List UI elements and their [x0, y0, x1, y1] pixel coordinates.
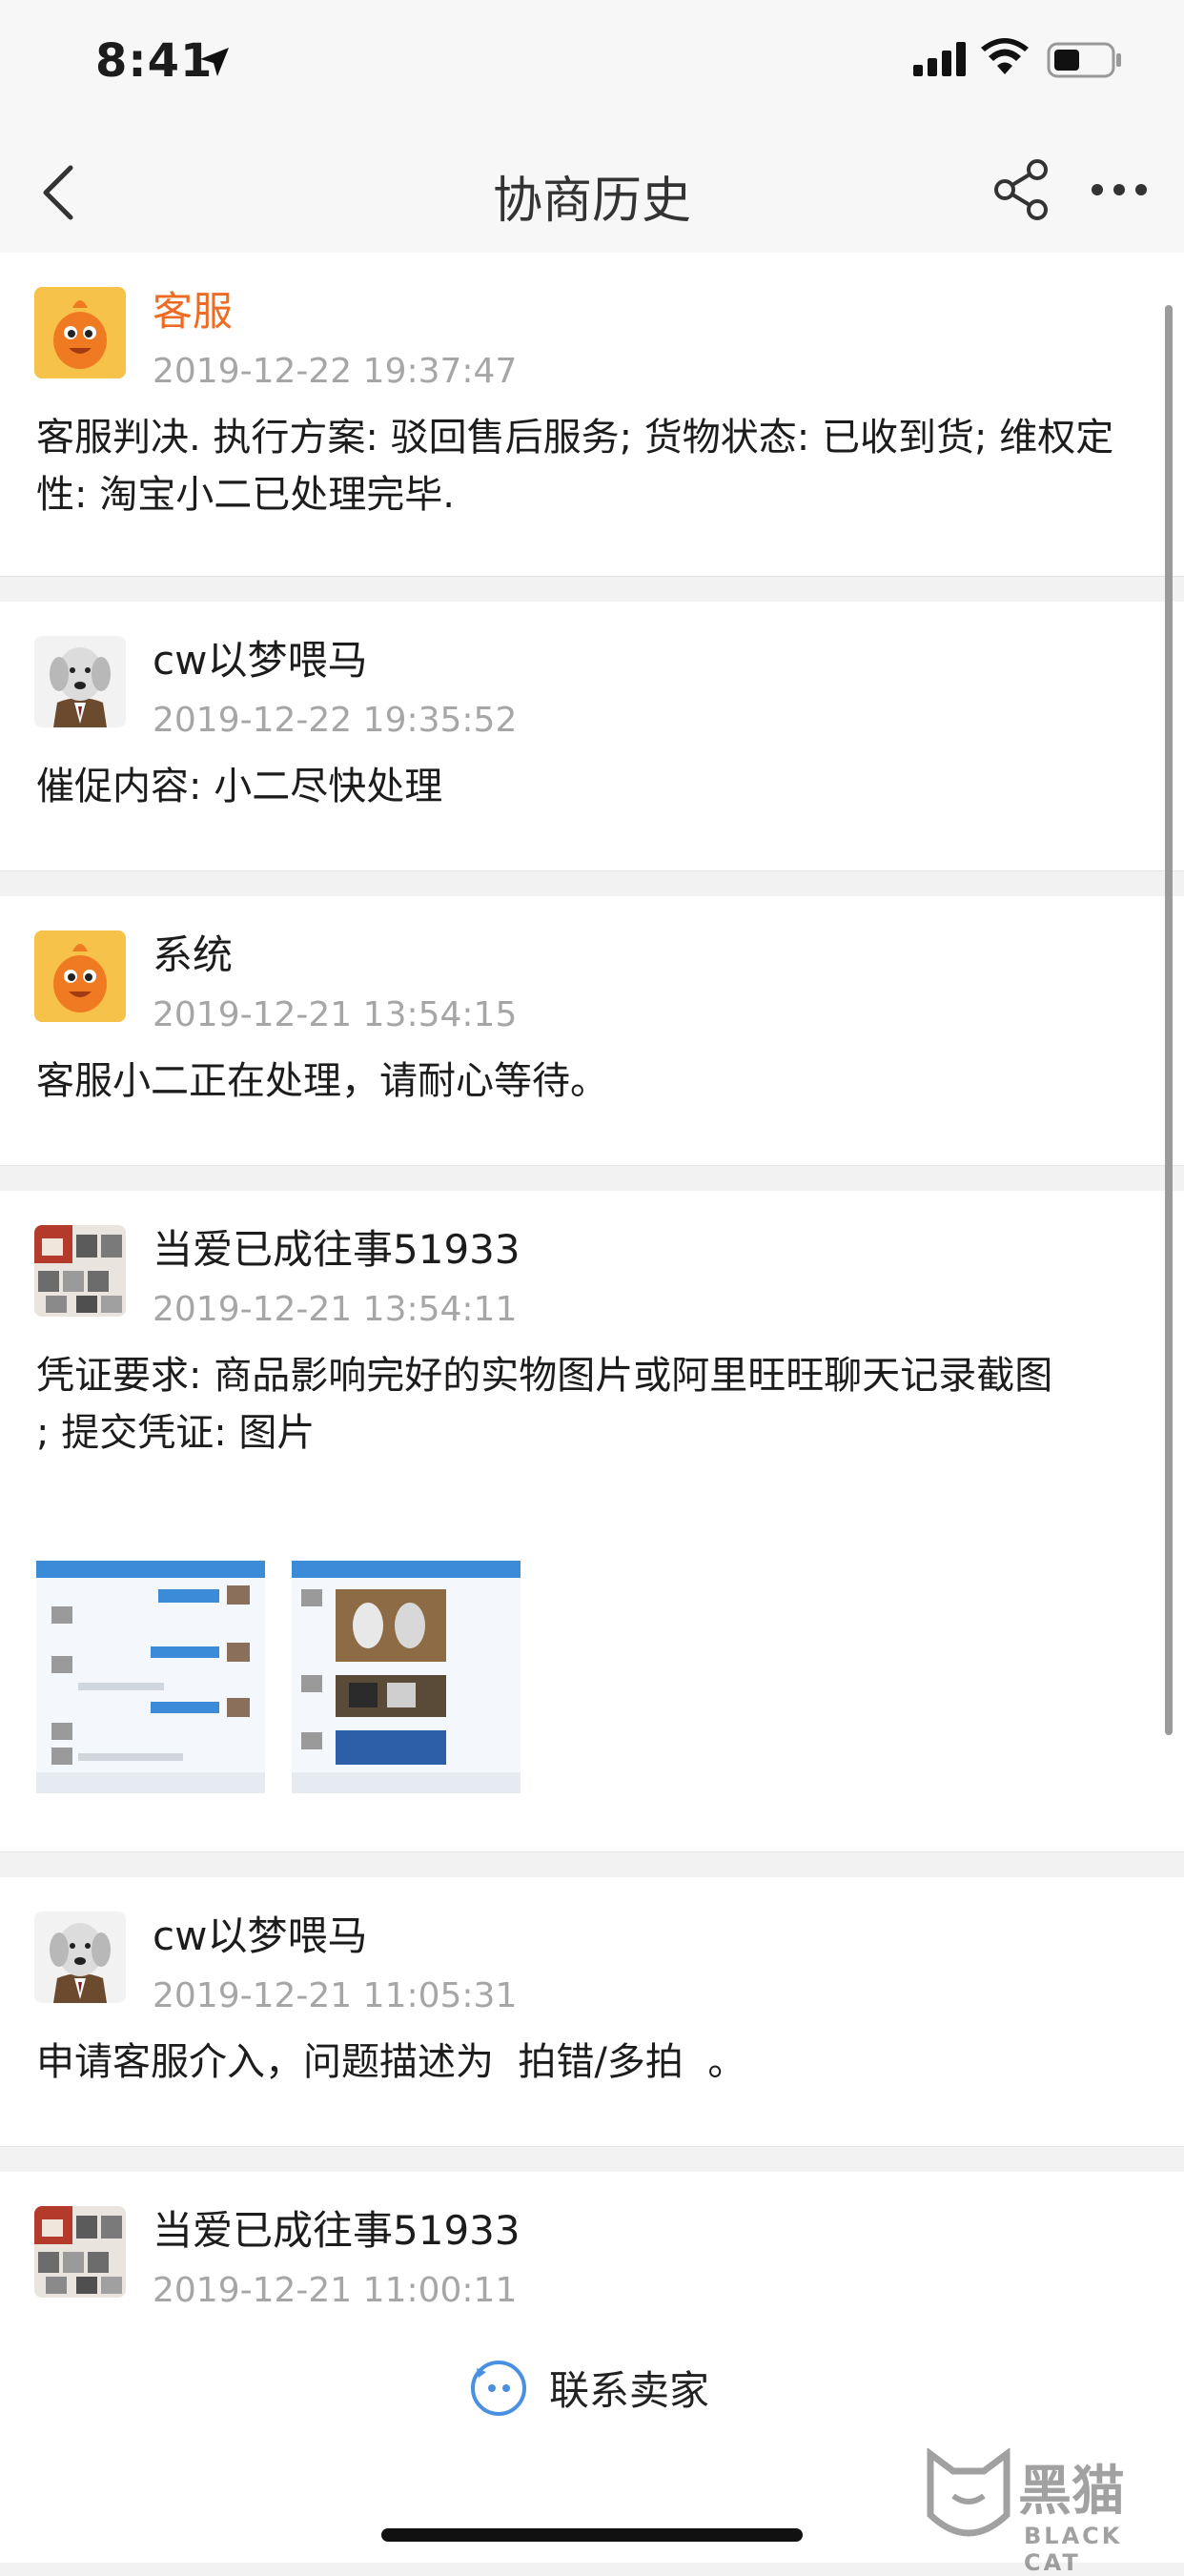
history-record: 客服 2019-12-22 19:37:47 客服判决. 执行方案: 驳回售后服… [0, 253, 1184, 577]
record-author: cw以梦喂马 [153, 1912, 368, 1959]
negotiation-history-list: 客服 2019-12-22 19:37:47 客服判决. 执行方案: 驳回售后服… [0, 253, 1184, 2553]
cat-logo-icon [927, 2448, 1010, 2537]
history-record: cw以梦喂马 2019-12-22 19:35:52 催促内容: 小二尽快处理 [0, 602, 1184, 871]
contact-seller-label: 联系卖家 [549, 2366, 710, 2414]
record-timestamp: 2019-12-21 13:54:15 [153, 995, 518, 1034]
history-record: 当爱已成往事51933 2019-12-21 13:54:11 凭证要求: 商品… [0, 1191, 1184, 1852]
record-author: cw以梦喂马 [153, 637, 368, 684]
evidence-image-chat-screenshot[interactable] [36, 1561, 265, 1793]
record-author: 客服 [153, 288, 234, 335]
record-author: 系统 [153, 931, 234, 978]
dog-avatar [34, 636, 126, 727]
evidence-images [36, 1561, 1148, 1793]
taobao-mascot-avatar [34, 930, 126, 1022]
record-timestamp: 2019-12-21 13:54:11 [153, 1290, 518, 1329]
evidence-image-product-photos[interactable] [292, 1561, 521, 1793]
share-icon[interactable] [991, 158, 1052, 221]
shop-avatar [34, 1225, 126, 1317]
location-arrow-icon [200, 48, 229, 76]
dog-avatar [34, 1912, 126, 2003]
bottom-action-bar: 联系卖家 黑猫 BLACK CAT [0, 2305, 1184, 2576]
contact-seller-button[interactable]: 联系卖家 [467, 2357, 709, 2418]
watermark-en-text: BLACK CAT [1024, 2523, 1123, 2576]
battery-icon [1047, 42, 1121, 78]
taobao-mascot-avatar [34, 287, 126, 378]
history-record: 系统 2019-12-21 13:54:15 客服小二正在处理，请耐心等待。 [0, 896, 1184, 1166]
scrollbar[interactable] [1165, 305, 1173, 1735]
wifi-icon [981, 38, 1029, 74]
record-author: 当爱已成往事51933 [153, 1226, 521, 1273]
record-timestamp: 2019-12-22 19:35:52 [153, 701, 518, 740]
record-author: 当爱已成往事51933 [153, 2207, 521, 2254]
history-record: cw以梦喂马 2019-12-21 11:05:31 申请客服介入，问题描述为 … [0, 1877, 1184, 2147]
shop-avatar [34, 2206, 126, 2298]
more-options-icon[interactable] [1091, 183, 1148, 196]
status-time: 8:41 [95, 34, 214, 88]
record-timestamp: 2019-12-21 11:00:11 [153, 2271, 518, 2310]
navigation-bar: 协商历史 [0, 133, 1184, 253]
record-timestamp: 2019-12-22 19:37:47 [153, 352, 518, 391]
chat-bubble-icon [471, 2361, 526, 2416]
black-cat-watermark: 黑猫 BLACK CAT [925, 2448, 1184, 2576]
cellular-signal-icon [913, 42, 966, 76]
watermark-cn-text: 黑猫 [1018, 2461, 1125, 2523]
record-timestamp: 2019-12-21 11:05:31 [153, 1976, 518, 2015]
status-bar: 8:41 [0, 0, 1184, 133]
home-indicator[interactable] [381, 2528, 803, 2542]
